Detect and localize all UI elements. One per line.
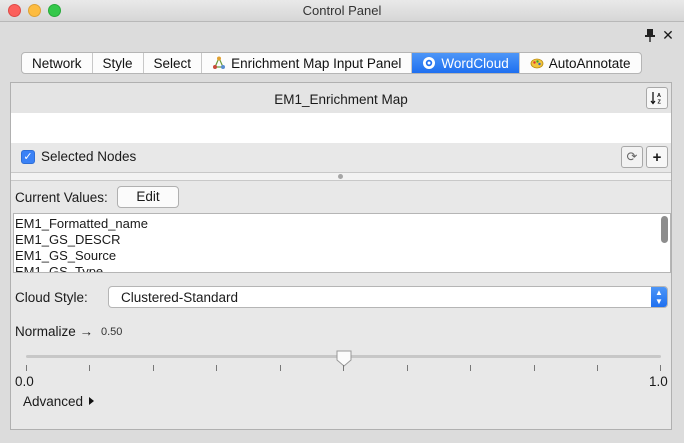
tab-autoannotate[interactable]: AutoAnnotate bbox=[520, 53, 641, 73]
sort-button[interactable]: A Z bbox=[646, 87, 668, 109]
slider-tick bbox=[534, 365, 535, 371]
list-item[interactable]: EM1_GS_Source bbox=[15, 248, 116, 264]
selected-nodes-checkbox[interactable]: ✓ bbox=[21, 150, 35, 164]
network-title: EM1_Enrichment Map bbox=[274, 92, 408, 107]
tab-label: Select bbox=[153, 55, 192, 71]
slider-tick bbox=[89, 365, 90, 371]
chevron-updown-icon: ▲ ▼ bbox=[651, 287, 667, 307]
attribute-list[interactable]: EM1_Formatted_name EM1_GS_DESCR EM1_GS_S… bbox=[13, 213, 671, 273]
slider-max-label: 1.0 bbox=[649, 374, 668, 389]
tab-label: WordCloud bbox=[441, 55, 509, 71]
slider-tick bbox=[26, 365, 27, 371]
wordcloud-icon bbox=[423, 57, 436, 69]
advanced-toggle[interactable]: Advanced bbox=[23, 394, 83, 409]
svg-text:A: A bbox=[657, 93, 661, 99]
autoannotate-icon bbox=[530, 58, 544, 69]
window-title: Control Panel bbox=[302, 3, 382, 18]
wordcloud-panel: EM1_Enrichment Map A Z ✓ Selected Nodes … bbox=[10, 82, 672, 430]
slider-tick bbox=[660, 365, 661, 371]
tab-label: Style bbox=[102, 55, 133, 71]
split-pane-divider[interactable] bbox=[11, 172, 671, 181]
tab-bar: Network Style Select Enrichment Map Inpu… bbox=[21, 52, 642, 74]
tab-select[interactable]: Select bbox=[144, 53, 203, 73]
refresh-button[interactable]: ⟳ bbox=[621, 146, 643, 168]
list-item[interactable]: EM1_Formatted_name bbox=[15, 216, 148, 232]
svg-text:Z: Z bbox=[658, 100, 662, 106]
normalize-label: Normalize → bbox=[15, 324, 93, 339]
slider-tick bbox=[153, 365, 154, 371]
slider-tick bbox=[216, 365, 217, 371]
cloud-style-value: Clustered-Standard bbox=[121, 290, 239, 305]
tab-network[interactable]: Network bbox=[22, 53, 93, 73]
slider-tick bbox=[343, 365, 344, 371]
arrow-icon: → bbox=[79, 324, 94, 339]
slider-tick bbox=[597, 365, 598, 371]
normalize-value: 0.50 bbox=[101, 326, 123, 338]
chevron-right-icon[interactable] bbox=[89, 397, 94, 405]
pin-icon[interactable] bbox=[644, 28, 656, 42]
tab-label: Enrichment Map Input Panel bbox=[231, 55, 402, 71]
slider-tick bbox=[407, 365, 408, 371]
title-bar: Control Panel bbox=[0, 0, 684, 22]
tab-enrichment-map[interactable]: Enrichment Map Input Panel bbox=[202, 53, 413, 73]
tab-label: AutoAnnotate bbox=[548, 55, 631, 71]
selected-nodes-row: ✓ Selected Nodes ⟳ + bbox=[11, 143, 671, 171]
network-header: EM1_Enrichment Map A Z bbox=[11, 83, 671, 113]
slider-min-label: 0.0 bbox=[15, 374, 34, 389]
current-values-label: Current Values: bbox=[15, 190, 108, 205]
normalize-text: Normalize bbox=[15, 324, 76, 339]
list-item[interactable]: EM1_GS_DESCR bbox=[15, 232, 120, 248]
add-cloud-button[interactable]: + bbox=[646, 146, 668, 168]
close-panel-icon[interactable]: ✕ bbox=[662, 28, 674, 42]
sort-az-icon: A Z bbox=[650, 92, 662, 106]
tab-wordcloud[interactable]: WordCloud bbox=[412, 53, 520, 73]
refresh-icon: ⟳ bbox=[626, 149, 638, 164]
slider-tick bbox=[280, 365, 281, 371]
enrichment-map-icon bbox=[213, 56, 226, 69]
selected-nodes-label: Selected Nodes bbox=[41, 149, 137, 164]
cloud-display-area bbox=[11, 113, 671, 143]
tab-style[interactable]: Style bbox=[93, 53, 144, 73]
tab-label: Network bbox=[32, 55, 82, 71]
slider-tick bbox=[470, 365, 471, 371]
list-scrollbar[interactable] bbox=[661, 216, 668, 243]
divider-handle-icon[interactable] bbox=[338, 174, 343, 179]
list-item[interactable]: EM1_GS_Type bbox=[15, 264, 103, 272]
cloud-style-select[interactable]: Clustered-Standard ▲ ▼ bbox=[108, 286, 668, 308]
plus-icon: + bbox=[652, 148, 662, 166]
cloud-style-label: Cloud Style: bbox=[15, 290, 88, 305]
edit-button[interactable]: Edit bbox=[117, 186, 179, 208]
